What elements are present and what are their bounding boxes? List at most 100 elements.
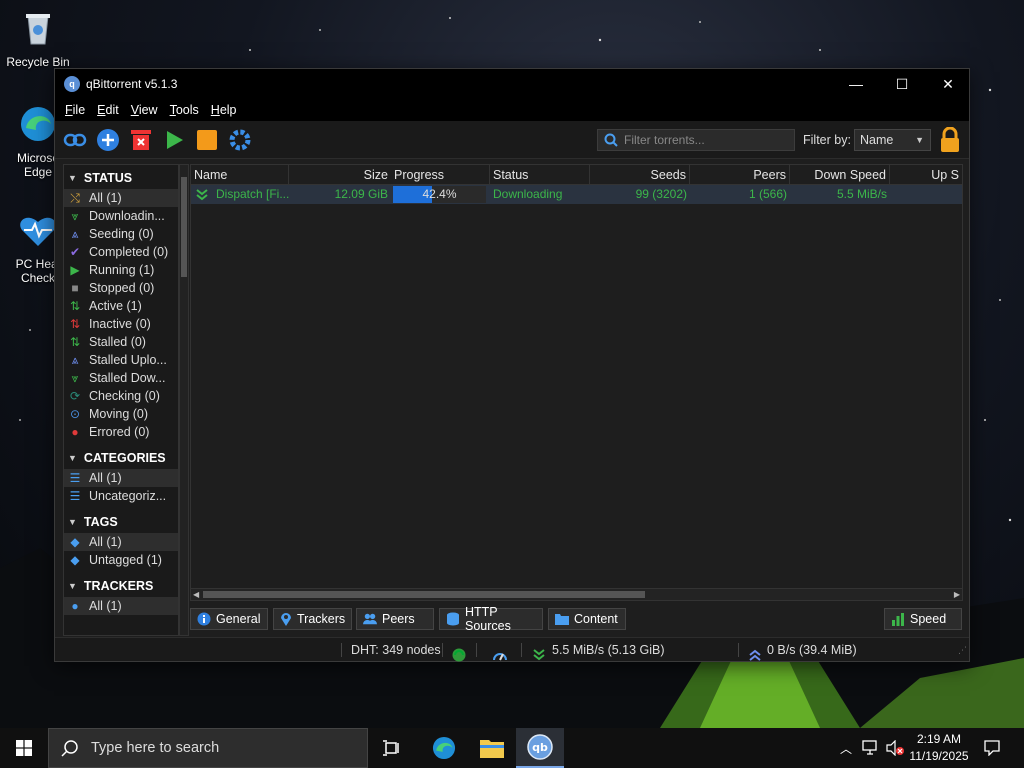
taskbar-app-file-explorer[interactable] xyxy=(468,728,516,768)
sidebar-item[interactable]: ⟳ Checking (0) xyxy=(64,387,178,405)
column-header-size[interactable]: Size xyxy=(289,165,391,185)
connection-status-icon[interactable] xyxy=(452,643,466,667)
sidebar-item[interactable]: ◆ Untagged (1) xyxy=(64,551,178,569)
delete-icon xyxy=(131,129,151,150)
filter-torrents-input[interactable]: Filter torrents... xyxy=(597,129,795,151)
sidebar-item[interactable]: ⇅ Active (1) xyxy=(64,297,178,315)
taskbar-app-edge[interactable] xyxy=(420,728,468,768)
menu-help[interactable]: Help xyxy=(205,103,243,117)
collapse-icon: ▼ xyxy=(68,581,77,591)
categories-section-header[interactable]: ▼ CATEGORIES xyxy=(64,447,178,469)
menu-file[interactable]: File xyxy=(59,103,91,117)
add-link-button[interactable] xyxy=(63,128,87,152)
resize-grip-icon[interactable]: ⋰ xyxy=(958,638,967,662)
upload-icon: ⩓ xyxy=(71,226,79,241)
volume-muted-icon xyxy=(886,740,904,756)
sidebar-item[interactable]: ⩓ Seeding (0) xyxy=(64,225,178,243)
sidebar-item[interactable]: ⇅ Stalled (0) xyxy=(64,333,178,351)
taskbar-clock[interactable]: 2:19 AM 11/19/2025 xyxy=(904,731,974,765)
column-header-status[interactable]: Status xyxy=(490,165,590,185)
chevron-down-icon: ▼ xyxy=(915,135,924,145)
sidebar-item[interactable]: ● Errored (0) xyxy=(64,423,178,441)
title-bar[interactable]: q qBittorrent v5.1.3 — ☐ ✕ xyxy=(55,69,969,99)
tab-content[interactable]: Content xyxy=(548,608,626,630)
close-button[interactable]: ✕ xyxy=(925,69,971,99)
add-torrent-button[interactable] xyxy=(96,128,120,152)
alt-speed-limit-icon[interactable] xyxy=(492,643,508,667)
task-view-button[interactable] xyxy=(368,728,416,768)
delete-button[interactable] xyxy=(129,128,153,152)
check-icon: ✔ xyxy=(69,245,81,259)
sidebar-item[interactable]: ▶ Running (1) xyxy=(64,261,178,279)
table-row[interactable]: Dispatch [Fi... 12.09 GiB 42.4% Download… xyxy=(191,185,962,204)
status-bar: DHT: 349 nodes 5.5 MiB/s (5.13 GiB) 0 B/… xyxy=(55,637,969,662)
maximize-button[interactable]: ☐ xyxy=(879,69,925,99)
scroll-right-icon[interactable]: ▶ xyxy=(954,589,960,601)
show-hidden-icons-button[interactable]: ︿ xyxy=(836,728,856,768)
sidebar-item[interactable]: ◆ All (1) xyxy=(64,533,178,551)
sidebar-item[interactable]: ⩔ Downloadin... xyxy=(64,207,178,225)
options-button[interactable] xyxy=(228,128,252,152)
pause-button[interactable] xyxy=(195,128,219,152)
scroll-left-icon[interactable]: ◀ xyxy=(193,589,199,601)
tags-section-header[interactable]: ▼ TAGS xyxy=(64,511,178,533)
tab-trackers[interactable]: Trackers xyxy=(273,608,352,630)
checking-icon: ⟳ xyxy=(69,389,81,403)
sidebar-item[interactable]: ⇅ Inactive (0) xyxy=(64,315,178,333)
status-section-header[interactable]: ▼ STATUS xyxy=(64,167,178,189)
lock-icon[interactable] xyxy=(939,127,961,153)
sidebar-item[interactable]: ⊙ Moving (0) xyxy=(64,405,178,423)
start-button[interactable] xyxy=(0,728,48,768)
tab-http-sources[interactable]: HTTP Sources xyxy=(439,605,543,633)
sidebar-item-label: Stalled (0) xyxy=(89,335,146,349)
trackers-section-header[interactable]: ▼ TRACKERS xyxy=(64,575,178,597)
taskbar-app-qbittorrent[interactable]: qb xyxy=(516,728,564,768)
column-header-progress[interactable]: Progress xyxy=(391,165,490,185)
sidebar-item[interactable]: ● All (1) xyxy=(64,597,178,615)
filter-by-select[interactable]: Name ▼ xyxy=(854,129,931,151)
resume-button[interactable] xyxy=(162,128,186,152)
sidebar-item[interactable]: ⤭ All (1) xyxy=(64,189,178,207)
database-icon xyxy=(446,612,460,626)
column-header-up-speed[interactable]: Up S xyxy=(890,165,962,185)
sidebar-item-label: Stopped (0) xyxy=(89,281,155,295)
taskbar-search-box[interactable]: Type here to search xyxy=(48,728,368,768)
sidebar-item[interactable]: ⩓ Stalled Uplo... xyxy=(64,351,178,369)
tab-peers[interactable]: Peers xyxy=(356,608,434,630)
cell-size: 12.09 GiB xyxy=(334,187,388,201)
scrollbar-thumb[interactable] xyxy=(203,591,645,598)
table-header: Name Size Progress Status Seeds Peers Do… xyxy=(191,165,962,185)
sidebar-item[interactable]: ✔ Completed (0) xyxy=(64,243,178,261)
users-icon xyxy=(363,612,377,626)
menu-edit[interactable]: Edit xyxy=(91,103,125,117)
desktop-icon-recycle-bin[interactable]: Recycle Bin xyxy=(0,8,76,69)
sidebar-scrollbar[interactable] xyxy=(179,164,189,636)
resume-icon xyxy=(167,130,183,149)
volume-tray-icon[interactable] xyxy=(884,728,906,768)
folder-icon xyxy=(555,612,569,626)
sidebar-item[interactable]: ■ Stopped (0) xyxy=(64,279,178,297)
column-header-peers[interactable]: Peers xyxy=(690,165,790,185)
column-header-seeds[interactable]: Seeds xyxy=(590,165,690,185)
torrent-list: Name Size Progress Status Seeds Peers Do… xyxy=(190,164,963,601)
table-horizontal-scrollbar[interactable]: ◀ ▶ xyxy=(191,588,962,600)
sidebar-item-label: Downloadin... xyxy=(89,209,165,223)
sidebar-item[interactable]: ☰ Uncategoriz... xyxy=(64,487,178,505)
sidebar-item[interactable]: ⩔ Stalled Dow... xyxy=(64,369,178,387)
speed-chart-icon xyxy=(891,612,905,626)
menu-view[interactable]: View xyxy=(125,103,164,117)
upload-speed[interactable]: 0 B/s (39.4 MiB) xyxy=(767,638,857,662)
download-speed[interactable]: 5.5 MiB/s (5.13 GiB) xyxy=(552,638,665,662)
tag-icon: ◆ xyxy=(70,553,80,567)
tab-general[interactable]: General xyxy=(190,608,268,630)
network-tray-icon[interactable] xyxy=(860,728,882,768)
separator xyxy=(521,643,522,657)
scrollbar-thumb[interactable] xyxy=(181,177,187,277)
column-header-down-speed[interactable]: Down Speed xyxy=(790,165,890,185)
minimize-button[interactable]: — xyxy=(833,69,879,99)
sidebar-item[interactable]: ☰ All (1) xyxy=(64,469,178,487)
tab-speed[interactable]: Speed xyxy=(884,608,962,630)
notification-center-button[interactable] xyxy=(978,728,1006,768)
menu-tools[interactable]: Tools xyxy=(164,103,205,117)
column-header-name[interactable]: Name xyxy=(191,165,289,185)
